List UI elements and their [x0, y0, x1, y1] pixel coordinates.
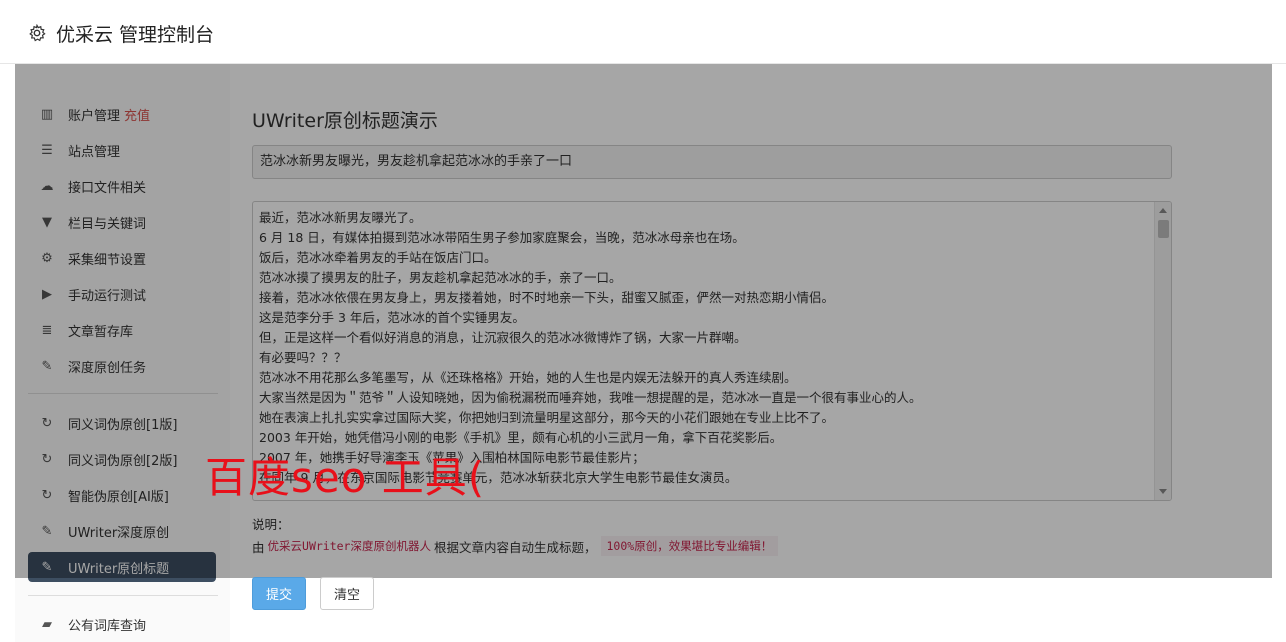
edit-icon: ✎ [41, 523, 53, 539]
sidebar-item-label: 文章暂存库 [68, 324, 134, 340]
content-line: 她在表演上扎扎实实拿过国际大奖，你把她归到流量明星这部分，那今天的小花们跟她在专… [259, 410, 835, 425]
sidebar-item[interactable]: ✎ UWriter深度原创 [28, 516, 216, 546]
robot-name-code: 优采云UWriter深度原创机器人 [267, 539, 431, 553]
scroll-thumb[interactable] [1158, 220, 1169, 238]
sidebar-item-label: 栏目与关键词 [68, 216, 147, 232]
submit-button[interactable]: 提交 [252, 577, 306, 610]
sidebar-divider [28, 393, 218, 394]
sidebar-item[interactable]: ▼ 栏目与关键词 [28, 207, 216, 237]
sidebar-item-label: 深度原创任务 [68, 360, 147, 376]
clear-button[interactable]: 清空 [320, 577, 374, 610]
watermark-text: 百度seo 工具( [205, 453, 486, 502]
scroll-up-arrow-icon[interactable] [1159, 208, 1167, 213]
refresh-icon: ↻ [41, 415, 53, 431]
content-line: 饭后，范冰冰牵着男友的手站在饭店门口。 [259, 250, 497, 265]
content-line: 6 月 18 日，有媒体拍摄到范冰冰带陌生男子参加家庭聚会，当晚，范冰冰母亲也在… [259, 230, 745, 245]
sidebar-item-label: 手动运行测试 [68, 288, 147, 304]
quality-highlight: 100%原创，效果堪比专业编辑！ [600, 536, 779, 556]
sidebar-item[interactable]: ▶ 手动运行测试 [28, 279, 216, 309]
content-line: 最近，范冰冰新男友曝光了。 [259, 210, 422, 225]
sidebar-item[interactable]: ▥ 账户管理 充值 [28, 99, 216, 129]
content-line: 大家当然是因为＂范爷＂人设知晓她，因为偷税漏税而唾弃她，我唯一想提醒的是，范冰冰… [259, 390, 922, 405]
console-title: 优采云 管理控制台 [56, 24, 215, 46]
sidebar-item[interactable]: ☁ 接口文件相关 [28, 171, 216, 201]
sidebar-item[interactable]: ✎ 深度原创任务 [28, 351, 216, 381]
content-line: 接着，范冰冰依偎在男友身上，男友搂着她，时不时地亲一下头，甜蜜又腻歪，俨然一对热… [259, 290, 835, 305]
note-middle: 根据文章内容自动生成标题， [433, 539, 597, 555]
sidebar-item-label: 同义词伪原创[1版] [68, 417, 178, 433]
sidebar-item-label: 接口文件相关 [68, 180, 147, 196]
sidebar-item[interactable]: ↻ 智能伪原创[AI版] [28, 480, 216, 510]
sidebar-item[interactable]: ↻ 同义词伪原创[2版] [28, 444, 216, 474]
top-bar: 优采云 管理控制台 [0, 0, 1286, 64]
database-icon: ≣ [41, 322, 53, 338]
sidebar-item-label: 站点管理 [68, 144, 121, 160]
page-title: UWriter原创标题演示 [252, 110, 438, 132]
book-icon: ▰ [42, 616, 52, 632]
sidebar-divider [28, 595, 218, 596]
note-description: 由 优采云UWriter深度原创机器人 根据文章内容自动生成标题， 100%原创… [252, 536, 779, 556]
cloud-upload-icon: ☁ [40, 178, 54, 194]
content-line: 但，正是这样一个看似好消息的消息，让沉寂很久的范冰冰微博炸了锅，大家一片群嘲。 [259, 330, 747, 345]
sidebar-item-label: 采集细节设置 [68, 252, 147, 268]
sidebar-item[interactable]: ✎ UWriter原创标题 [28, 552, 216, 582]
sidebar-item-label: 账户管理 [68, 108, 121, 124]
content-line: 范冰冰不用花那么多笔墨写，从《还珠格格》开始，她的人生也是内娱无法躲开的真人秀连… [259, 370, 797, 385]
cogs-icon: ⚙ [41, 250, 53, 266]
refresh-icon: ↻ [41, 487, 53, 503]
scroll-down-arrow-icon[interactable] [1159, 489, 1167, 494]
sidebar-item[interactable]: ⚙ 采集细节设置 [28, 243, 216, 273]
bar-chart-icon: ▥ [40, 106, 54, 122]
content-line: 这是范李分手 3 年后，范冰冰的首个实锤男友。 [259, 310, 525, 325]
recharge-link[interactable]: 充值 [124, 105, 150, 124]
sidebar-item[interactable]: ≣ 文章暂存库 [28, 315, 216, 345]
play-circle-icon: ▶ [42, 286, 52, 302]
filter-icon: ▼ [42, 214, 52, 230]
sidebar-item-label: UWriter深度原创 [68, 525, 170, 541]
sidebar-item-label: UWriter原创标题 [68, 561, 170, 577]
server-icon: ☰ [41, 142, 53, 158]
content-line: 范冰冰摸了摸男友的肚子，男友趁机拿起范冰冰的手，亲了一口。 [259, 270, 622, 285]
edit-icon: ✎ [41, 358, 53, 374]
edit-icon: ✎ [41, 559, 53, 575]
sidebar-item-label: 公有词库查询 [68, 618, 147, 634]
sidebar-item-label: 智能伪原创[AI版] [68, 489, 169, 505]
note-prefix: 由 [252, 539, 265, 555]
refresh-icon: ↻ [41, 451, 53, 467]
sidebar-item-label: 同义词伪原创[2版] [68, 453, 178, 469]
main-panel: UWriter原创标题演示 范冰冰新男友曝光，男友趁机拿起范冰冰的手亲了一口 最… [230, 64, 1286, 642]
note-label: 说明： [252, 517, 290, 532]
title-input[interactable]: 范冰冰新男友曝光，男友趁机拿起范冰冰的手亲了一口 [252, 145, 1172, 179]
sidebar-item[interactable]: ↻ 同义词伪原创[1版] [28, 408, 216, 438]
gear-icon [29, 24, 46, 42]
sidebar-item[interactable]: ☰ 站点管理 [28, 135, 216, 165]
content-line: 有必要吗？？？ [259, 350, 347, 365]
textarea-scrollbar[interactable] [1154, 202, 1171, 500]
sidebar-item[interactable]: ▰ 公有词库查询 [28, 609, 216, 639]
